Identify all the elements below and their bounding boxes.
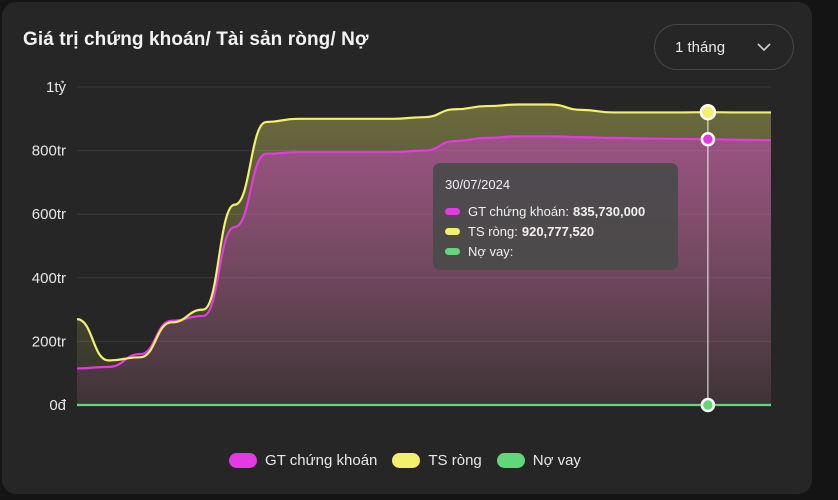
legend-swatch-gt xyxy=(229,453,258,468)
y-tick-label: 0đ xyxy=(49,397,66,414)
legend-label-ts: TS ròng xyxy=(428,452,482,469)
y-tick-label: 600tr xyxy=(32,206,66,223)
marker-no-vay xyxy=(700,397,716,413)
tooltip-value-gt: 835,730,000 xyxy=(572,203,646,219)
y-tick-label: 1tỷ xyxy=(46,79,67,96)
tooltip-value-ts: 920,777,520 xyxy=(521,223,595,239)
tooltip-dot-ts xyxy=(445,227,460,235)
tooltip-label-ts: TS ròng: xyxy=(468,223,518,239)
marker-gt-chung-khoan xyxy=(700,131,716,147)
y-tick-label: 800tr xyxy=(32,143,66,160)
tooltip-date: 30/07/2024 xyxy=(445,177,511,192)
legend-swatch-ts xyxy=(392,453,421,468)
tooltip-label-no: Nợ vay: xyxy=(468,243,514,259)
tooltip-dot-gt xyxy=(445,207,460,215)
marker-ts-rong xyxy=(699,103,717,121)
chart-legend: GT chứng khoán TS ròng Nợ vay xyxy=(0,452,810,469)
legend-swatch-no xyxy=(496,453,525,468)
legend-item-gt[interactable]: GT chứng khoán xyxy=(229,452,377,469)
legend-item-no[interactable]: Nợ vay xyxy=(496,452,581,469)
legend-label-no: Nợ vay xyxy=(532,452,581,469)
tooltip-row-no: Nợ vay: xyxy=(445,241,666,261)
legend-label-gt: GT chứng khoán xyxy=(265,452,378,469)
y-tick-label: 200tr xyxy=(32,333,66,350)
chart-tooltip: 30/07/2024 GT chứng khoán: 835,730,000 T… xyxy=(433,163,678,270)
y-tick-label: 400tr xyxy=(32,270,66,287)
tooltip-label-gt: GT chứng khoán: xyxy=(468,203,569,219)
tooltip-dot-no xyxy=(445,247,460,255)
tooltip-row-gt: GT chứng khoán: 835,730,000 xyxy=(445,201,666,221)
area-chart[interactable]: 0đ 200tr 400tr 600tr 800tr 1tỷ xyxy=(0,0,838,500)
tooltip-row-ts: TS ròng: 920,777,520 xyxy=(445,221,666,241)
legend-item-ts[interactable]: TS ròng xyxy=(392,452,482,469)
